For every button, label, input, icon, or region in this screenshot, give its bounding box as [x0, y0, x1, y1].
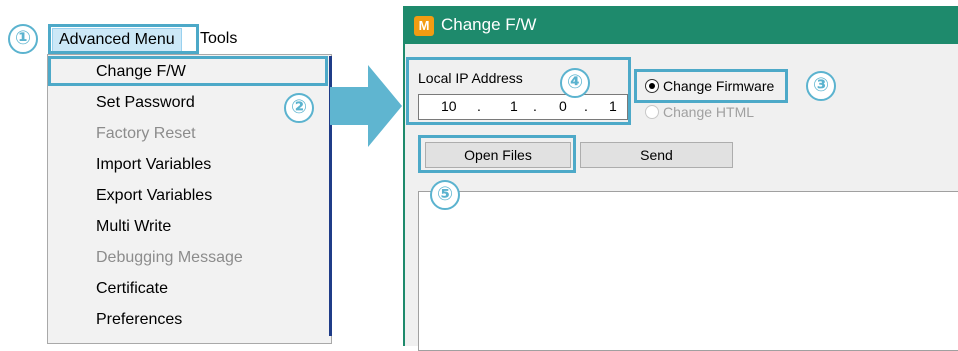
menu-item-debugging-message: Debugging Message — [96, 249, 243, 266]
radio-change-html: Change HTML — [645, 101, 795, 123]
menu-item-factory-reset: Factory Reset — [96, 125, 196, 142]
step-5-marker: ⑤ — [430, 180, 460, 210]
highlight-advanced-menu — [48, 24, 199, 54]
arrow-icon — [330, 65, 402, 147]
radio-change-html-label: Change HTML — [663, 104, 755, 120]
menu-item-export-variables[interactable]: Export Variables — [96, 181, 212, 211]
menu-item-preferences[interactable]: Preferences — [96, 305, 182, 335]
title-bar: M Change F/W — [405, 6, 958, 44]
highlight-change-fw — [48, 56, 328, 86]
menu-item-certificate[interactable]: Certificate — [96, 274, 168, 304]
highlight-change-firmware — [634, 69, 788, 103]
step-4-marker: ④ — [560, 68, 590, 98]
file-list-area[interactable] — [418, 191, 958, 351]
menu-item-multi-write[interactable]: Multi Write — [96, 212, 171, 242]
step-1-marker: ① — [8, 24, 38, 54]
radio-unchecked-icon — [645, 105, 659, 119]
window-title: Change F/W — [441, 15, 537, 34]
app-icon: M — [414, 16, 434, 36]
step-3-marker: ③ — [806, 71, 836, 101]
menu-item-import-variables[interactable]: Import Variables — [96, 150, 211, 180]
send-button[interactable]: Send — [580, 142, 733, 168]
highlight-open-files — [418, 135, 576, 173]
highlight-ip-address — [406, 57, 631, 125]
menu-item-set-password[interactable]: Set Password — [96, 88, 195, 118]
menu-tools[interactable]: Tools — [194, 28, 243, 50]
step-2-marker: ② — [284, 93, 314, 123]
